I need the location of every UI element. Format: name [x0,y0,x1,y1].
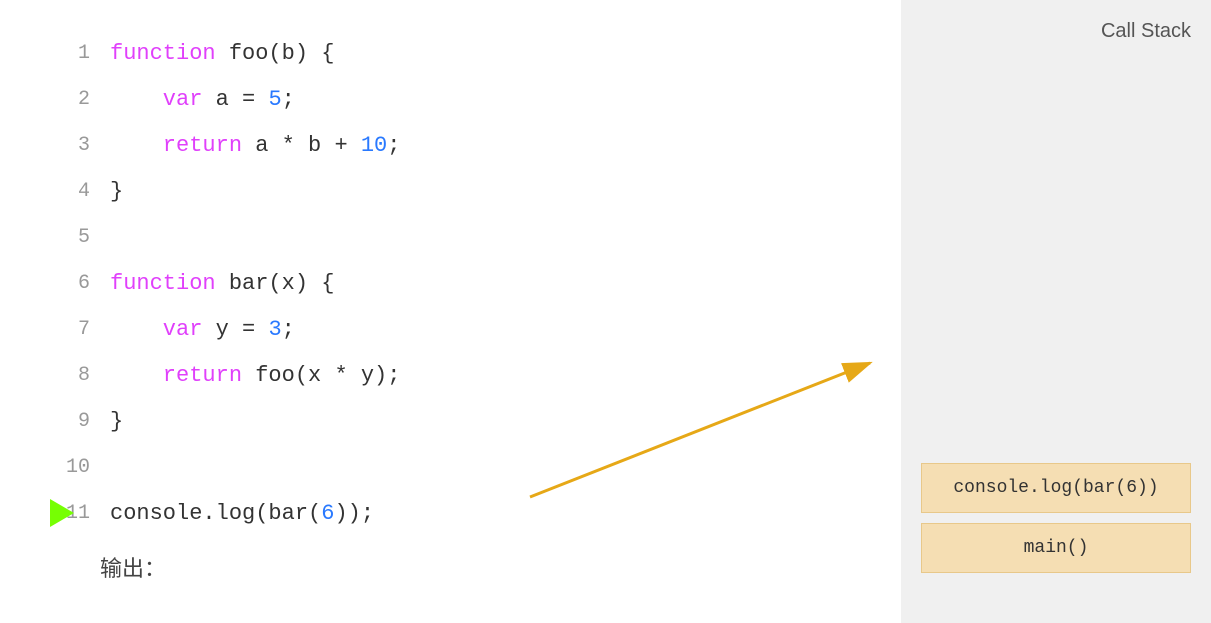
call-stack-title: Call Stack [921,20,1191,43]
line-num-1: 1 [60,42,90,65]
line-num-5: 5 [60,226,90,249]
code-panel: 1 function foo(b) { 2 var a = 5; 3 retur… [0,0,901,623]
line-content-6: function bar(x) { [110,271,334,296]
line-num-8: 8 [60,364,90,387]
main-container: 1 function foo(b) { 2 var a = 5; 3 retur… [0,0,1211,623]
code-line-8: 8 return foo(x * y); [60,352,901,398]
line-content-3: return a * b + 10; [110,133,400,158]
stack-item-1: main() [921,523,1191,573]
line-num-9: 9 [60,410,90,433]
current-line-arrow [50,499,74,527]
output-label: 输出： [100,556,166,581]
green-arrow-icon [50,499,74,527]
code-line-3: 3 return a * b + 10; [60,122,901,168]
code-line-5: 5 [60,214,901,260]
code-line-6: 6 function bar(x) { [60,260,901,306]
line-num-10: 10 [60,456,90,479]
line-content-8: return foo(x * y); [110,363,400,388]
line-content-7: var y = 3; [110,317,295,342]
line-num-6: 6 [60,272,90,295]
output-section: 输出： [100,551,166,583]
call-stack-items: console.log(bar(6)) main() [921,463,1191,573]
stack-item-0: console.log(bar(6)) [921,463,1191,513]
code-line-9: 9 } [60,398,901,444]
line-content-11: console.log(bar(6)); [110,501,374,526]
line-content-1: function foo(b) { [110,41,334,66]
line-num-3: 3 [60,134,90,157]
line-content-4: } [110,179,123,204]
code-line-10: 10 [60,444,901,490]
line-num-4: 4 [60,180,90,203]
line-content-9: } [110,409,123,434]
code-line-4: 4 } [60,168,901,214]
call-stack-panel: Call Stack console.log(bar(6)) main() [901,0,1211,623]
call-stack-spacer [921,63,1191,463]
code-line-11: 11 console.log(bar(6)); [60,490,901,536]
line-num-7: 7 [60,318,90,341]
code-line-2: 2 var a = 5; [60,76,901,122]
line-content-2: var a = 5; [110,87,295,112]
line-num-2: 2 [60,88,90,111]
code-line-7: 7 var y = 3; [60,306,901,352]
code-line-1: 1 function foo(b) { [60,30,901,76]
